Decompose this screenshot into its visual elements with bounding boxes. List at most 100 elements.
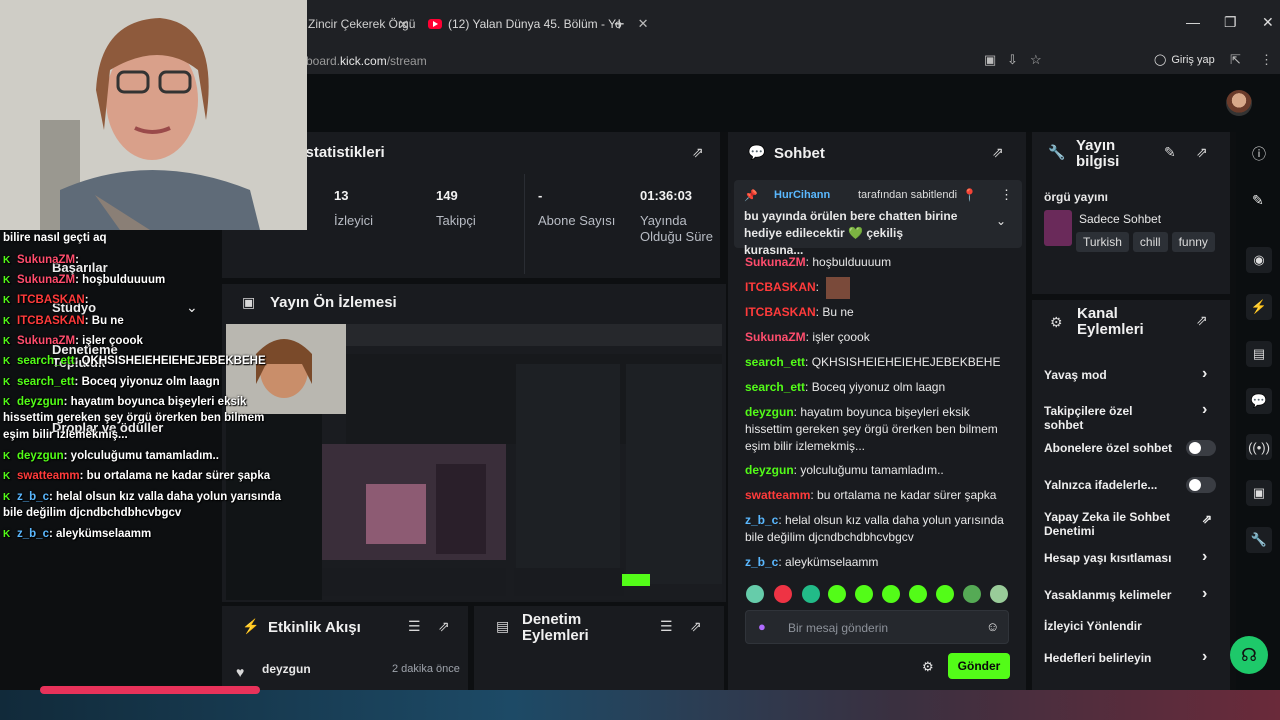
install-icon[interactable]: ⇩ [1007, 52, 1018, 68]
channel-action-item[interactable]: Yapay Zeka ile Sohbet Denetimi [1044, 510, 1174, 538]
chat-username[interactable]: SukunaZM [745, 255, 806, 269]
support-chat-icon[interactable]: ☊ [1230, 636, 1268, 674]
chat-username[interactable]: swatteamm [745, 488, 810, 502]
chat-username[interactable]: z_b_c [745, 513, 778, 527]
maximize-button[interactable]: ❐ [1224, 14, 1237, 31]
popout-icon[interactable]: ⇗ [992, 144, 1004, 161]
emote-icon[interactable] [828, 585, 846, 603]
chat-username[interactable]: search_ett [745, 380, 805, 394]
pinned-message[interactable]: 📌 HurCihann tarafından sabitlendi 📍 ⋮ bu… [734, 180, 1022, 257]
emote-icon[interactable] [936, 585, 954, 603]
chat-message[interactable]: SukunaZM: işler çoook [745, 329, 1005, 346]
toggle-switch[interactable] [1186, 440, 1216, 456]
broadcast-icon[interactable]: ((•)) [1246, 434, 1272, 460]
menu-dots-icon[interactable]: ⋮ [1260, 52, 1273, 68]
channel-action-item[interactable]: Yasaklanmış kelimeler [1044, 588, 1174, 602]
chevron-right-icon[interactable]: › [1202, 648, 1207, 666]
expand-icon[interactable]: ⌄ [996, 214, 1006, 228]
channel-action-item[interactable]: Yalnızca ifadelerle... [1044, 478, 1174, 492]
emote-icon[interactable] [990, 585, 1008, 603]
channel-action-item[interactable]: Yavaş mod [1044, 368, 1174, 382]
popout-icon[interactable]: ⇗ [692, 144, 704, 161]
chat-message[interactable]: ITCBASKAN: [745, 277, 1005, 299]
tag[interactable]: chill [1132, 232, 1168, 252]
pin-action-icon[interactable]: 📍 [962, 188, 977, 202]
screen-icon[interactable]: ▣ [984, 52, 996, 68]
filter-icon[interactable]: ☰ [660, 618, 673, 635]
channel-action-item[interactable]: Hesap yaşı kısıtlaması [1044, 551, 1174, 565]
avatar[interactable] [1226, 90, 1252, 116]
tag[interactable]: funny [1171, 232, 1215, 252]
send-button[interactable]: Gönder [948, 653, 1010, 679]
more-options-icon[interactable]: ⋮ [1000, 187, 1013, 203]
chevron-right-icon[interactable]: › [1202, 585, 1207, 603]
channel-action-item[interactable]: İzleyici Yönlendir [1044, 619, 1174, 633]
close-tab-icon[interactable]: ✕ [638, 16, 649, 32]
chevron-right-icon[interactable]: › [1202, 365, 1207, 383]
emote-icon[interactable] [774, 585, 792, 603]
chat-message[interactable]: ITCBASKAN: Bu ne [745, 304, 1005, 321]
channel-action-item[interactable]: Takipçilere özel sohbet [1044, 404, 1174, 432]
emote-icon[interactable] [855, 585, 873, 603]
chat-username[interactable]: search_ett [745, 355, 805, 369]
popout-icon[interactable]: ⇗ [1196, 144, 1208, 161]
stream-preview[interactable] [226, 324, 722, 600]
user-icon: ◯ [1154, 54, 1167, 66]
chat-icon[interactable]: 💬 [1246, 388, 1272, 414]
chat-message[interactable]: search_ett: Boceq yiyonuz olm laagn [745, 379, 1005, 396]
chevron-down-icon[interactable]: ⌄ [186, 299, 198, 316]
popout-icon[interactable]: ⇗ [438, 618, 450, 635]
chevron-right-icon[interactable]: › [1202, 401, 1207, 419]
chat-username[interactable]: deyzgun [745, 463, 794, 477]
emote-icon[interactable] [882, 585, 900, 603]
edit-pencil-icon[interactable]: ✎ [1164, 144, 1176, 161]
chat-text: Boceq yiyonuz olm laagn [811, 380, 946, 394]
info-icon[interactable]: ⓘ [1252, 144, 1266, 164]
emote-icon[interactable] [802, 585, 820, 603]
close-window-button[interactable]: ✕ [1262, 14, 1274, 31]
chat-input[interactable]: ● Bir mesaj gönderin ☺ [745, 610, 1009, 644]
chat-username[interactable]: deyzgun [745, 405, 794, 419]
document-icon[interactable]: ▤ [1246, 341, 1272, 367]
channel-action-item[interactable]: Abonelere özel sohbet [1044, 441, 1174, 455]
chat-username[interactable]: ITCBASKAN [745, 305, 816, 319]
url-text[interactable]: board.kick.com/stream [306, 54, 427, 68]
separator: : [74, 355, 82, 367]
emote-icon[interactable] [909, 585, 927, 603]
bookmark-star-icon[interactable]: ☆ [1030, 52, 1042, 68]
wrench-icon[interactable]: 🔧 [1246, 527, 1272, 553]
chat-username[interactable]: z_b_c [745, 555, 778, 569]
tag[interactable]: Turkish [1076, 232, 1129, 252]
camera-icon[interactable]: ◉ [1246, 247, 1272, 273]
chat-message[interactable]: z_b_c: aleykümselaamm [745, 554, 1005, 571]
chat-message[interactable]: swatteamm: bu ortalama ne kadar sürer şa… [745, 487, 1005, 504]
extensions-icon[interactable]: ⇱ [1230, 52, 1241, 68]
external-link-icon[interactable]: ⇗ [1202, 512, 1212, 526]
pen-icon[interactable]: ✎ [1252, 192, 1264, 209]
minimize-button[interactable]: — [1186, 14, 1200, 30]
chat-message[interactable]: search_ett: QKHSISHEIEHEIEHEJEBEKBEHE [745, 354, 1005, 371]
chat-username[interactable]: ITCBASKAN [745, 280, 816, 294]
new-tab-button[interactable]: + [614, 14, 625, 35]
settings-gear-icon[interactable]: ⚙ [922, 659, 934, 675]
chat-title: Sohbet [774, 145, 825, 162]
emote-icon[interactable] [963, 585, 981, 603]
login-button[interactable]: ◯ Giriş yap [1154, 53, 1215, 67]
video-icon[interactable]: ▣ [1246, 480, 1272, 506]
popout-icon[interactable]: ⇗ [690, 618, 702, 635]
chat-message[interactable]: deyzgun: yolculuğumu tamamladım.. [745, 462, 1005, 479]
mod-actions-panel: ▤ Denetim Eylemleri ☰ ⇗ [474, 606, 724, 690]
chat-message[interactable]: SukunaZM: hoşbulduuuum [745, 254, 1005, 271]
chat-message[interactable]: z_b_c: helal olsun kız valla daha yolun … [745, 512, 1005, 546]
filter-icon[interactable]: ☰ [408, 618, 421, 635]
toggle-switch[interactable] [1186, 477, 1216, 493]
close-tab-icon[interactable]: ✕ [398, 17, 409, 33]
popout-icon[interactable]: ⇗ [1196, 312, 1208, 329]
chat-message[interactable]: deyzgun: hayatım boyunca bişeyleri eksik… [745, 404, 1005, 455]
chat-username[interactable]: SukunaZM [745, 330, 806, 344]
emoji-icon[interactable]: ☺ [986, 619, 999, 634]
bolt-icon[interactable]: ⚡ [1246, 294, 1272, 320]
channel-action-item[interactable]: Hedefleri belirleyin [1044, 651, 1174, 665]
chevron-right-icon[interactable]: › [1202, 548, 1207, 566]
emote-icon[interactable] [746, 585, 764, 603]
